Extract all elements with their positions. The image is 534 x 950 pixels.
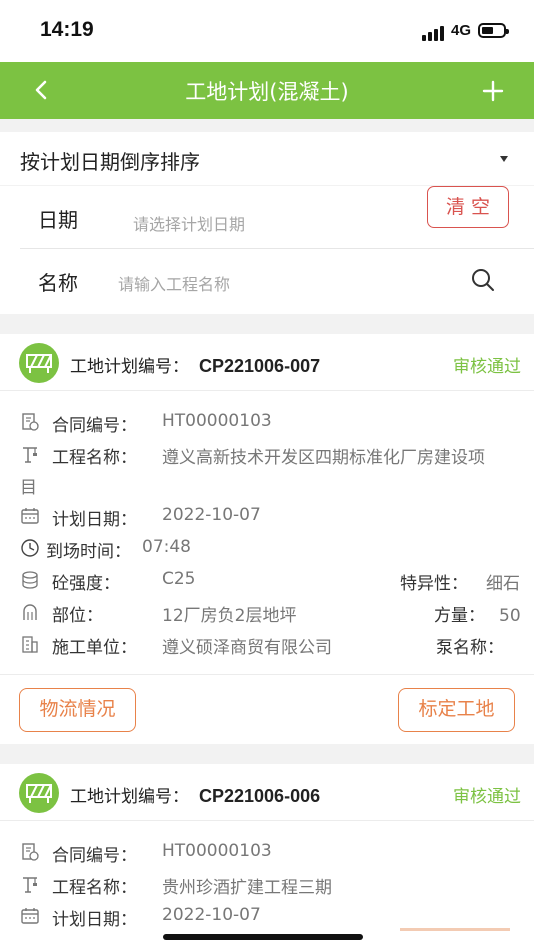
contract-field: 合同编号： HT00000103 xyxy=(0,411,534,436)
page-title: 工地计划(混凝土) xyxy=(185,80,349,104)
chevron-left-icon xyxy=(35,80,47,100)
logistics-button[interactable]: 物流情况 xyxy=(19,688,136,732)
contract-label: 合同编号： xyxy=(52,416,137,436)
status-badge: 审核通过 xyxy=(453,357,521,377)
status-bar: 14:19 4G xyxy=(0,0,534,62)
arrival-field: 到场时间： 07:48 xyxy=(0,537,534,562)
plan-number-label: 工地计划编号： xyxy=(70,787,189,807)
plan-number-label: 工地计划编号： xyxy=(70,357,189,377)
builder-field: 施工单位： 遵义硕泽商贸有限公司 xyxy=(0,633,400,658)
plus-icon xyxy=(482,80,504,102)
barrier-icon xyxy=(19,343,59,383)
plan-card[interactable]: 工地计划编号： CP221006-006 审核通过 合同编号： HT0000010… xyxy=(0,764,534,950)
special-label: 特异性： xyxy=(400,574,468,594)
contract-value: HT00000103 xyxy=(162,841,272,861)
plan-date-value: 2022-10-07 xyxy=(162,505,261,525)
clear-button[interactable]: 清空 xyxy=(427,186,509,228)
plan-date-value: 2022-10-07 xyxy=(162,905,261,925)
special-value: 细石 xyxy=(486,574,520,594)
plan-number: 工地计划编号： CP221006-007 xyxy=(70,352,320,377)
back-button[interactable] xyxy=(28,74,58,106)
filter-panel: 日期 清空 名称 xyxy=(0,186,534,314)
card-header: 工地计划编号： CP221006-007 审核通过 xyxy=(0,334,534,391)
strength-label: 砼强度： xyxy=(52,574,120,594)
plan-date-field: 计划日期： 2022-10-07 xyxy=(0,905,534,930)
building-icon xyxy=(22,636,38,653)
name-input[interactable] xyxy=(118,271,438,297)
pump-field: 泵名称： xyxy=(436,633,518,658)
contract-value: HT00000103 xyxy=(162,411,272,431)
builder-value: 遵义硕泽商贸有限公司 xyxy=(162,638,332,658)
network-label: 4G xyxy=(451,22,472,39)
name-label: 名称 xyxy=(38,271,78,295)
project-field: 工程名称： 遵义高新技术开发区四期标准化厂房建设项 xyxy=(0,443,534,468)
date-input[interactable] xyxy=(133,211,393,237)
project-value-line2: 目 xyxy=(20,478,37,498)
status-time: 14:19 xyxy=(40,18,94,41)
calendar-icon xyxy=(21,908,39,924)
pump-label: 泵名称： xyxy=(436,638,504,658)
arrival-label: 到场时间： xyxy=(46,542,131,562)
add-button[interactable] xyxy=(476,74,510,108)
caret-down-icon xyxy=(500,156,508,162)
barrier-icon xyxy=(19,773,59,813)
calendar-icon xyxy=(21,508,39,524)
clock-icon xyxy=(21,539,39,557)
plan-card[interactable]: 工地计划编号： CP221006-007 审核通过 合同编号： HT0000010… xyxy=(0,334,534,744)
position-value: 12厂房负2层地坪 xyxy=(162,606,297,626)
plan-date-label: 计划日期： xyxy=(52,910,137,930)
project-value-line1: 遵义高新技术开发区四期标准化厂房建设项 xyxy=(162,448,485,468)
date-filter-row: 日期 清空 xyxy=(20,186,534,249)
nav-bar: 工地计划(混凝土) xyxy=(0,62,534,119)
project-label: 工程名称： xyxy=(52,878,137,898)
plan-date-field: 计划日期： 2022-10-07 xyxy=(0,505,534,530)
arrival-value: 07:48 xyxy=(142,537,191,557)
plan-number: 工地计划编号： CP221006-006 xyxy=(70,782,320,807)
volume-field: 方量： 50 xyxy=(434,601,521,626)
home-indicator[interactable] xyxy=(163,934,363,940)
card-header: 工地计划编号： CP221006-006 审核通过 xyxy=(0,764,534,821)
project-label: 工程名称： xyxy=(52,448,137,468)
volume-label: 方量： xyxy=(434,606,485,626)
builder-label: 施工单位： xyxy=(52,638,137,658)
crane-icon xyxy=(23,877,37,893)
divider xyxy=(0,674,534,675)
arch-icon xyxy=(23,604,37,620)
volume-value: 50 xyxy=(499,606,521,626)
sort-dropdown[interactable]: 按计划日期倒序排序 xyxy=(0,132,534,185)
strength-value: C25 xyxy=(162,569,196,589)
plan-number-value: CP221006-006 xyxy=(199,786,321,806)
contract-icon xyxy=(22,843,39,861)
date-label: 日期 xyxy=(38,208,78,232)
search-icon[interactable] xyxy=(470,267,496,293)
position-label: 部位： xyxy=(52,606,103,626)
strength-field: 砼强度： C25 xyxy=(0,569,380,594)
plan-number-value: CP221006-007 xyxy=(199,356,321,376)
name-filter-row: 名称 xyxy=(20,249,534,311)
contract-field: 合同编号： HT00000103 xyxy=(0,841,534,866)
next-button-edge xyxy=(400,928,510,931)
signal-icon xyxy=(422,25,444,41)
project-value-line1: 贵州珍酒扩建工程三期 xyxy=(162,878,332,898)
plan-date-label: 计划日期： xyxy=(52,510,137,530)
battery-icon xyxy=(478,23,509,38)
special-field: 特异性： 细石 xyxy=(400,569,520,594)
contract-icon xyxy=(22,413,39,431)
position-field: 部位： 12厂房负2层地坪 xyxy=(0,601,380,626)
contract-label: 合同编号： xyxy=(52,846,137,866)
project-field: 工程名称： 贵州珍酒扩建工程三期 xyxy=(0,873,534,898)
sort-label: 按计划日期倒序排序 xyxy=(20,150,200,174)
coin-stack-icon xyxy=(22,571,38,589)
crane-icon xyxy=(23,447,37,463)
mark-site-button[interactable]: 标定工地 xyxy=(398,688,515,732)
status-badge: 审核通过 xyxy=(453,787,521,807)
